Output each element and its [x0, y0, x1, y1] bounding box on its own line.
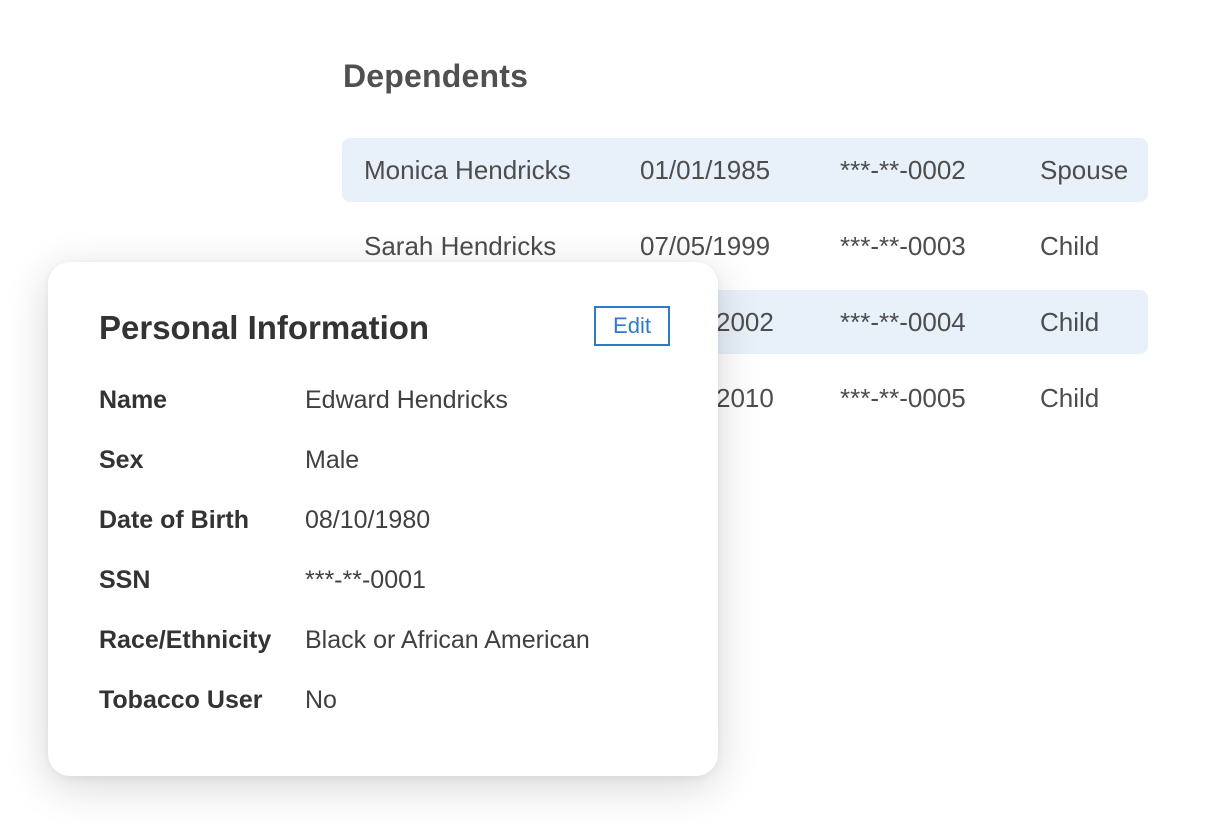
- dependent-row[interactable]: Monica Hendricks 01/01/1985 ***-**-0002 …: [342, 138, 1148, 202]
- info-value: Male: [305, 446, 360, 474]
- dependent-ssn: ***-**-0003: [840, 231, 966, 261]
- info-label: Name: [99, 386, 168, 414]
- info-value: ***-**-0001: [305, 566, 426, 594]
- info-label: Sex: [99, 446, 144, 474]
- dependent-ssn: ***-**-0005: [840, 383, 966, 413]
- info-value: Black or African American: [305, 626, 590, 654]
- info-label: SSN: [99, 566, 151, 594]
- info-label: Race/Ethnicity: [99, 626, 272, 654]
- dependent-dob: 2010: [716, 383, 774, 413]
- dependents-title: Dependents: [343, 58, 529, 94]
- edit-button[interactable]: Edit: [594, 306, 670, 346]
- dependent-relationship: Child: [1040, 231, 1100, 261]
- personal-information-title: Personal Information: [99, 309, 430, 346]
- dependent-relationship: Child: [1040, 383, 1100, 413]
- personal-information-card: Personal Information Edit Name Edward He…: [48, 262, 718, 776]
- info-label: Tobacco User: [99, 686, 263, 714]
- info-value: Edward Hendricks: [305, 386, 508, 414]
- dependent-ssn: ***-**-0002: [840, 155, 966, 185]
- info-value: No: [305, 686, 337, 714]
- dependent-dob: 2002: [716, 307, 774, 337]
- dependent-name: Monica Hendricks: [364, 155, 571, 185]
- dependent-relationship: Child: [1040, 307, 1100, 337]
- dependent-relationship: Spouse: [1040, 155, 1129, 185]
- dependent-ssn: ***-**-0004: [840, 307, 966, 337]
- info-label: Date of Birth: [99, 506, 249, 534]
- dependent-dob: 01/01/1985: [640, 155, 771, 185]
- info-value: 08/10/1980: [305, 506, 431, 534]
